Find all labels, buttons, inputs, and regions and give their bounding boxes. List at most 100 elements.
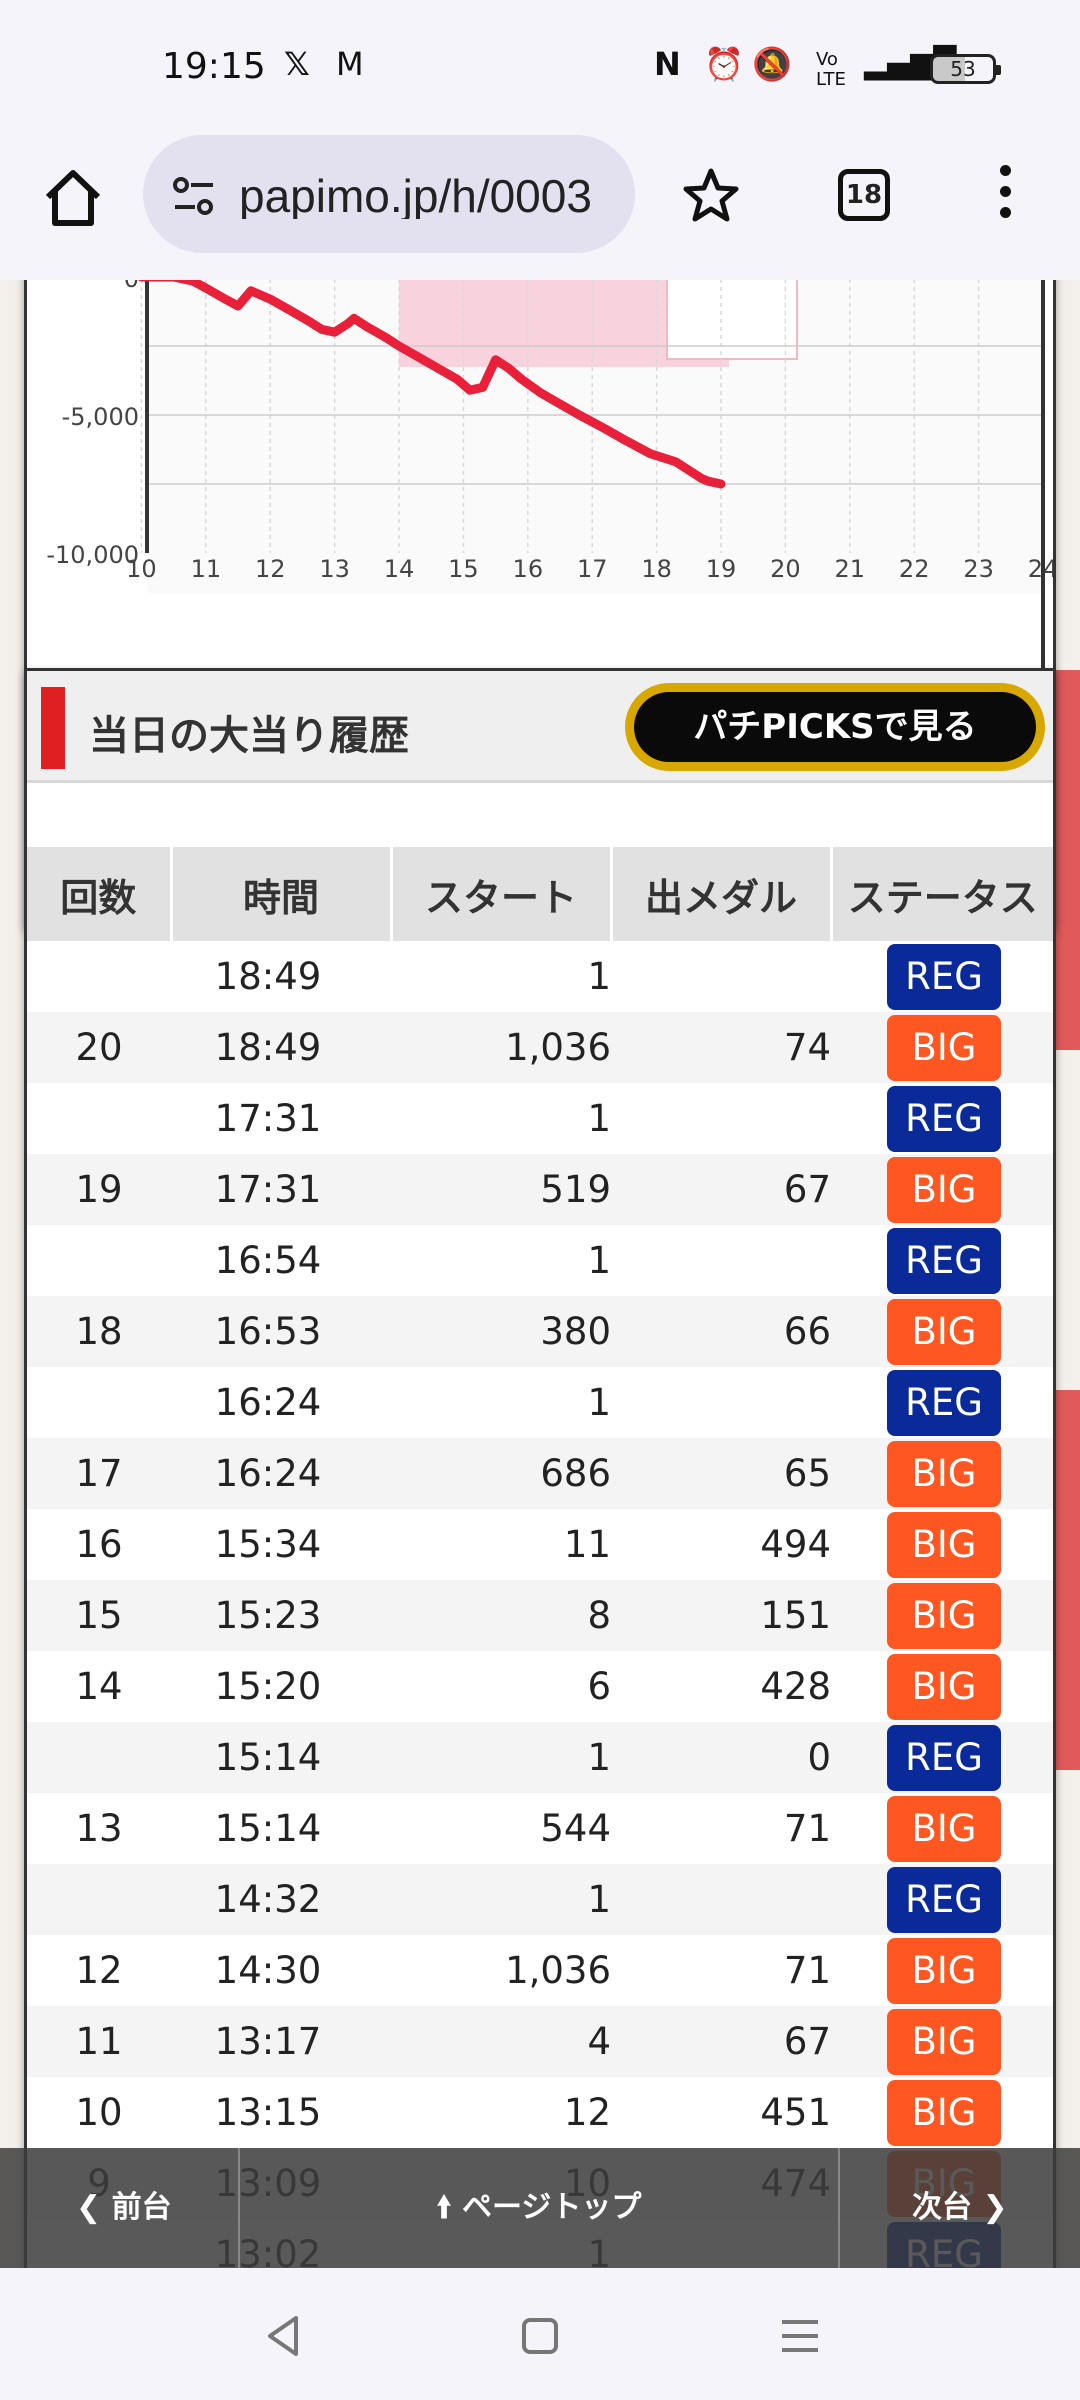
cell-medal [611,1225,831,1296]
page-top-button[interactable]: 🠙 ページトップ [238,2148,840,2268]
cell-start: 1 [391,1367,611,1438]
cell-count: 19 [27,1154,171,1225]
cell-time: 13:15 [171,2077,391,2148]
cell-status: BIG [831,1509,1053,1580]
table-row: 16 15:34 11 494 BIG [27,1509,1053,1580]
home-nav-icon[interactable] [512,2308,568,2364]
status-badge: BIG [887,2079,1001,2146]
history-title: 当日の大当り履歴 [89,713,409,759]
nfc-icon: N [654,45,681,83]
cell-count: 16 [27,1509,171,1580]
x-icon: 𝕏 [284,45,310,83]
address-bar[interactable]: papimo.jp/h/0003 [143,135,635,253]
browser-toolbar: papimo.jp/h/0003 18 [0,135,1080,280]
status-bar: 19:15 𝕏 M N ⏰ 🔕 Vo LTE ▂▄▆█ 53 [0,0,1080,135]
cell-medal: 67 [611,2006,831,2077]
cell-time: 15:20 [171,1651,391,1722]
table-row: 15 15:23 8 151 BIG [27,1580,1053,1651]
cell-start: 544 [391,1793,611,1864]
cell-start: 1 [391,1083,611,1154]
system-nav-bar [0,2268,1080,2400]
table-row: 17:31 1 REG [27,1083,1053,1154]
tab-switcher-button[interactable]: 18 [838,169,890,221]
cell-medal: 451 [611,2077,831,2148]
cell-start: 380 [391,1296,611,1367]
url-text[interactable]: papimo.jp/h/0003 [239,169,619,219]
back-icon[interactable] [256,2308,312,2364]
cell-count [27,1083,171,1154]
cell-medal: 494 [611,1509,831,1580]
x-tick-label: 23 [963,555,994,583]
x-tick-label: 24 [1028,555,1053,583]
prev-label: 前台 [111,2190,172,2225]
table-row: 14:32 1 REG [27,1864,1053,1935]
x-tick-label: 13 [319,555,350,583]
x-tick-label: 16 [513,555,544,583]
recents-menu-icon[interactable] [772,2308,828,2364]
cell-count: 15 [27,1580,171,1651]
bookmark-star-icon[interactable] [678,163,744,229]
cell-medal: 67 [611,1154,831,1225]
column-header-start: スタート [389,847,611,941]
volte-icon: Vo LTE [816,49,846,90]
cell-start: 4 [391,2006,611,2077]
site-settings-icon[interactable] [169,171,219,221]
cell-count: 11 [27,2006,171,2077]
cell-time: 14:30 [171,1935,391,2006]
status-badge: BIG [887,1440,1001,1507]
x-tick-label: 12 [255,555,286,583]
status-badge: BIG [887,1511,1001,1578]
table-row: 20 18:49 1,036 74 BIG [27,1012,1053,1083]
cell-status: BIG [831,1154,1053,1225]
cell-status: BIG [831,1012,1053,1083]
more-menu-icon[interactable] [990,165,1020,229]
status-badge: REG [887,1724,1001,1791]
cell-time: 15:34 [171,1509,391,1580]
cell-status: BIG [831,1935,1053,2006]
prev-machine-button[interactable]: ❮ 前台 [0,2148,236,2268]
status-badge: BIG [887,1298,1001,1365]
status-badge: BIG [887,2008,1001,2075]
x-tick-label: 19 [706,555,737,583]
cell-status: REG [831,1722,1053,1793]
cell-medal [611,1083,831,1154]
battery-icon: 53 [930,54,1001,84]
cell-status: BIG [831,1651,1053,1722]
next-machine-button[interactable]: 次台 ❯ [842,2148,1080,2268]
cell-start: 1,036 [391,1012,611,1083]
cell-time: 14:32 [171,1864,391,1935]
cell-start: 8 [391,1580,611,1651]
cell-start: 1,036 [391,1935,611,2006]
cell-count: 12 [27,1935,171,2006]
status-badge: BIG [887,1653,1001,1720]
background-banner [1052,670,1080,1050]
table-row: 17 16:24 686 65 BIG [27,1438,1053,1509]
cell-start: 11 [391,1509,611,1580]
arrow-up-icon: 🠙 [436,2190,452,2225]
column-header-count: 回数 [27,847,171,941]
status-badge: REG [887,1866,1001,1933]
table-row: 18:49 1 REG [27,941,1053,1012]
status-badge: REG [887,943,1001,1010]
cell-medal: 65 [611,1438,831,1509]
cell-status: BIG [831,2077,1053,2148]
cell-start: 1 [391,941,611,1012]
cell-start: 1 [391,1225,611,1296]
cell-time: 17:31 [171,1154,391,1225]
cell-status: REG [831,1864,1053,1935]
column-header-time: 時間 [169,847,391,941]
cell-medal: 0 [611,1722,831,1793]
column-header-medal: 出メダル [609,847,831,941]
web-page[interactable]: 0-5,000-10,000 1011121314151617181920212… [0,280,1080,2268]
pachi-picks-button[interactable]: パチPICKSで見る [625,683,1045,771]
alarm-icon: ⏰ [704,45,744,83]
table-row: 19 17:31 519 67 BIG [27,1154,1053,1225]
x-tick-label: 14 [384,555,415,583]
cell-status: BIG [831,1296,1053,1367]
cell-count: 10 [27,2077,171,2148]
x-tick-label: 17 [577,555,608,583]
cell-status: BIG [831,1580,1053,1651]
cell-medal: 428 [611,1651,831,1722]
cell-status: BIG [831,2006,1053,2077]
home-icon[interactable] [40,165,106,231]
